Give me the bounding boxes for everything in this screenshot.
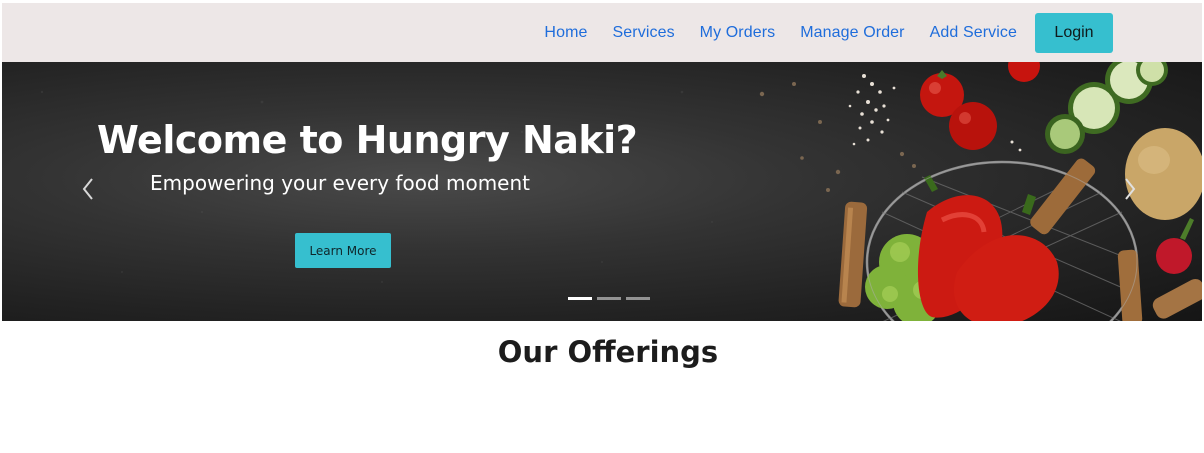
offerings-heading: Our Offerings xyxy=(497,335,719,369)
carousel-indicators xyxy=(568,297,655,300)
nav-link-manage-order[interactable]: Manage Order xyxy=(800,24,904,42)
nav-link-home[interactable]: Home xyxy=(544,24,587,42)
carousel-next-control[interactable] xyxy=(1118,172,1142,206)
hero-title: Welcome to Hungry Naki? xyxy=(97,118,638,162)
carousel-indicator-3[interactable] xyxy=(626,297,650,300)
nav-link-services[interactable]: Services xyxy=(613,24,675,42)
hero-carousel: Welcome to Hungry Naki? Empowering your … xyxy=(2,62,1202,321)
learn-more-button[interactable]: Learn More xyxy=(295,233,391,268)
carousel-indicator-2[interactable] xyxy=(597,297,621,300)
nav-links: Home Services My Orders Manage Order Add… xyxy=(519,3,1017,62)
login-button[interactable]: Login xyxy=(1035,13,1113,53)
chevron-left-icon xyxy=(82,178,93,200)
page-frame: Home Services My Orders Manage Order Add… xyxy=(2,3,1202,453)
chevron-right-icon xyxy=(1125,178,1136,200)
carousel-prev-control[interactable] xyxy=(76,172,100,206)
carousel-indicator-1[interactable] xyxy=(568,297,592,300)
nav-link-add-service[interactable]: Add Service xyxy=(930,24,1017,42)
nav-link-my-orders[interactable]: My Orders xyxy=(700,24,776,42)
hero-subtitle: Empowering your every food moment xyxy=(150,171,530,195)
navbar: Home Services My Orders Manage Order Add… xyxy=(2,3,1202,62)
